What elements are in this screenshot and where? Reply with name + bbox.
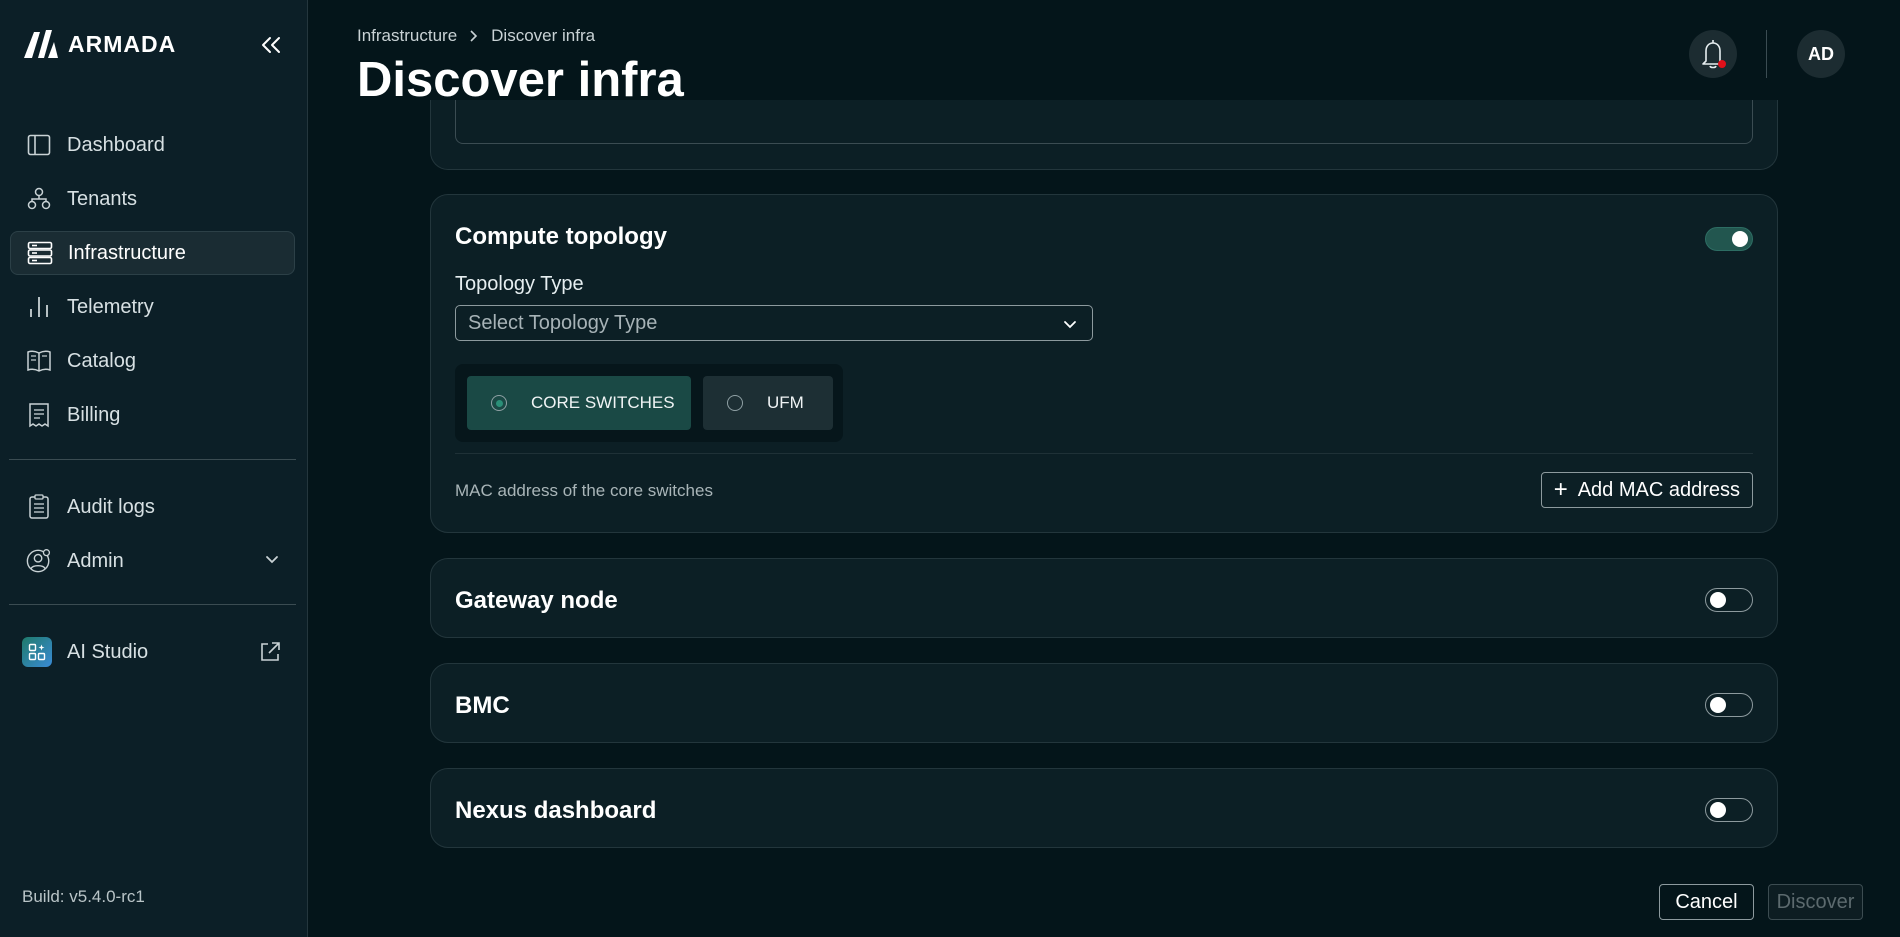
sidebar-item-tenants[interactable]: Tenants bbox=[10, 177, 295, 221]
gateway-node-toggle[interactable] bbox=[1705, 588, 1753, 612]
brand-name: ARMADA bbox=[68, 30, 177, 57]
nexus-dashboard-card: Nexus dashboard bbox=[430, 768, 1778, 848]
mac-address-label: MAC address of the core switches bbox=[455, 481, 713, 500]
book-icon bbox=[26, 348, 52, 374]
topology-type-placeholder: Select Topology Type bbox=[468, 311, 658, 334]
section-divider bbox=[455, 453, 1753, 454]
breadcrumb-link-infrastructure[interactable]: Infrastructure bbox=[357, 26, 457, 46]
clipboard-icon bbox=[26, 494, 52, 520]
sidebar-item-label: Dashboard bbox=[67, 133, 165, 156]
option-label: UFM bbox=[767, 393, 804, 412]
sidebar-item-ai-studio[interactable]: AI Studio bbox=[10, 630, 295, 674]
tenants-icon bbox=[26, 186, 52, 212]
compute-topology-card: Compute topology Topology Type Select To… bbox=[430, 194, 1778, 533]
bmc-toggle[interactable] bbox=[1705, 693, 1753, 717]
topology-type-label: Topology Type bbox=[455, 273, 584, 295]
sidebar-item-dashboard[interactable]: Dashboard bbox=[10, 123, 295, 167]
toggle-knob bbox=[1710, 802, 1726, 818]
chevron-right-icon bbox=[470, 30, 478, 42]
sidebar-item-label: Audit logs bbox=[67, 495, 155, 518]
nexus-dashboard-toggle[interactable] bbox=[1705, 798, 1753, 822]
receipt-icon bbox=[26, 402, 52, 428]
cancel-button[interactable]: Cancel bbox=[1659, 884, 1754, 920]
double-chevron-left-icon bbox=[262, 37, 280, 53]
avatar[interactable]: AD bbox=[1797, 30, 1845, 78]
sidebar-item-infrastructure[interactable]: Infrastructure bbox=[10, 231, 295, 275]
previous-section-card bbox=[430, 100, 1778, 170]
notification-dot bbox=[1718, 60, 1726, 68]
bell-icon bbox=[1702, 40, 1726, 69]
build-version: Build: v5.4.0-rc1 bbox=[22, 887, 145, 906]
core-switches-option[interactable]: CORE SWITCHES bbox=[467, 376, 691, 430]
collapse-sidebar-button[interactable] bbox=[256, 30, 286, 60]
add-mac-address-button[interactable]: + Add MAC address bbox=[1540, 472, 1753, 508]
option-label: CORE SWITCHES bbox=[531, 393, 675, 412]
sidebar-item-catalog[interactable]: Catalog bbox=[10, 339, 295, 383]
dashboard-icon bbox=[26, 132, 52, 158]
sidebar-item-label: Billing bbox=[67, 403, 121, 426]
armada-logo-icon bbox=[24, 30, 58, 58]
ufm-option[interactable]: UFM bbox=[703, 376, 833, 430]
sidebar-item-label: Infrastructure bbox=[68, 241, 186, 264]
sidebar-item-billing[interactable]: Billing bbox=[10, 393, 295, 437]
main-nav: Dashboard Tenants Infrastructure Telemet… bbox=[10, 123, 295, 437]
breadcrumb-current: Discover infra bbox=[491, 26, 596, 45]
topology-type-select[interactable]: Select Topology Type bbox=[455, 305, 1093, 341]
breadcrumb: Infrastructure Discover infra bbox=[357, 26, 595, 46]
compute-topology-title: Compute topology bbox=[455, 223, 667, 250]
sidebar-divider bbox=[9, 459, 296, 460]
secondary-nav: Audit logs Admin bbox=[10, 485, 295, 583]
add-mac-address-label: Add MAC address bbox=[1577, 478, 1740, 501]
external-link-icon bbox=[259, 641, 281, 669]
bmc-title: BMC bbox=[455, 692, 510, 719]
sidebar-item-label: Admin bbox=[67, 549, 124, 572]
compute-topology-toggle[interactable] bbox=[1705, 227, 1753, 251]
ai-studio-icon-wrap bbox=[22, 637, 52, 667]
plus-icon: + bbox=[1553, 476, 1568, 503]
radio-unselected-icon bbox=[727, 395, 743, 411]
header-divider bbox=[1766, 30, 1767, 78]
discover-button[interactable]: Discover bbox=[1768, 884, 1863, 920]
user-gear-icon bbox=[26, 548, 52, 574]
sidebar-item-label: Catalog bbox=[67, 349, 136, 372]
gateway-node-card: Gateway node bbox=[430, 558, 1778, 638]
ai-studio-icon bbox=[22, 637, 52, 667]
toggle-knob bbox=[1732, 231, 1748, 247]
topology-source-segmented-control: CORE SWITCHES UFM bbox=[455, 364, 843, 442]
sidebar-item-label: AI Studio bbox=[67, 640, 149, 663]
nexus-dashboard-title: Nexus dashboard bbox=[455, 797, 657, 824]
sidebar-item-label: Tenants bbox=[67, 187, 138, 210]
sidebar-item-admin[interactable]: Admin bbox=[10, 539, 295, 583]
gateway-node-title: Gateway node bbox=[455, 587, 618, 614]
bar-chart-icon bbox=[26, 294, 52, 320]
chevron-down-icon bbox=[1062, 316, 1078, 339]
apps-nav: AI Studio bbox=[10, 630, 295, 674]
toggle-knob bbox=[1710, 592, 1726, 608]
sidebar-item-audit-logs[interactable]: Audit logs bbox=[10, 485, 295, 529]
server-icon bbox=[27, 240, 53, 266]
radio-selected-icon bbox=[491, 395, 507, 411]
brand-logo[interactable]: ARMADA bbox=[22, 28, 176, 60]
sidebar-item-telemetry[interactable]: Telemetry bbox=[10, 285, 295, 329]
previous-section-field[interactable] bbox=[455, 100, 1753, 144]
toggle-knob bbox=[1710, 697, 1726, 713]
sidebar-divider bbox=[9, 604, 296, 605]
chevron-down-icon bbox=[263, 550, 281, 574]
notifications-button[interactable] bbox=[1689, 30, 1737, 78]
sidebar: ARMADA Dashboard Tenants Infrastructure bbox=[0, 0, 308, 937]
sidebar-item-label: Telemetry bbox=[67, 295, 154, 318]
bmc-card: BMC bbox=[430, 663, 1778, 743]
